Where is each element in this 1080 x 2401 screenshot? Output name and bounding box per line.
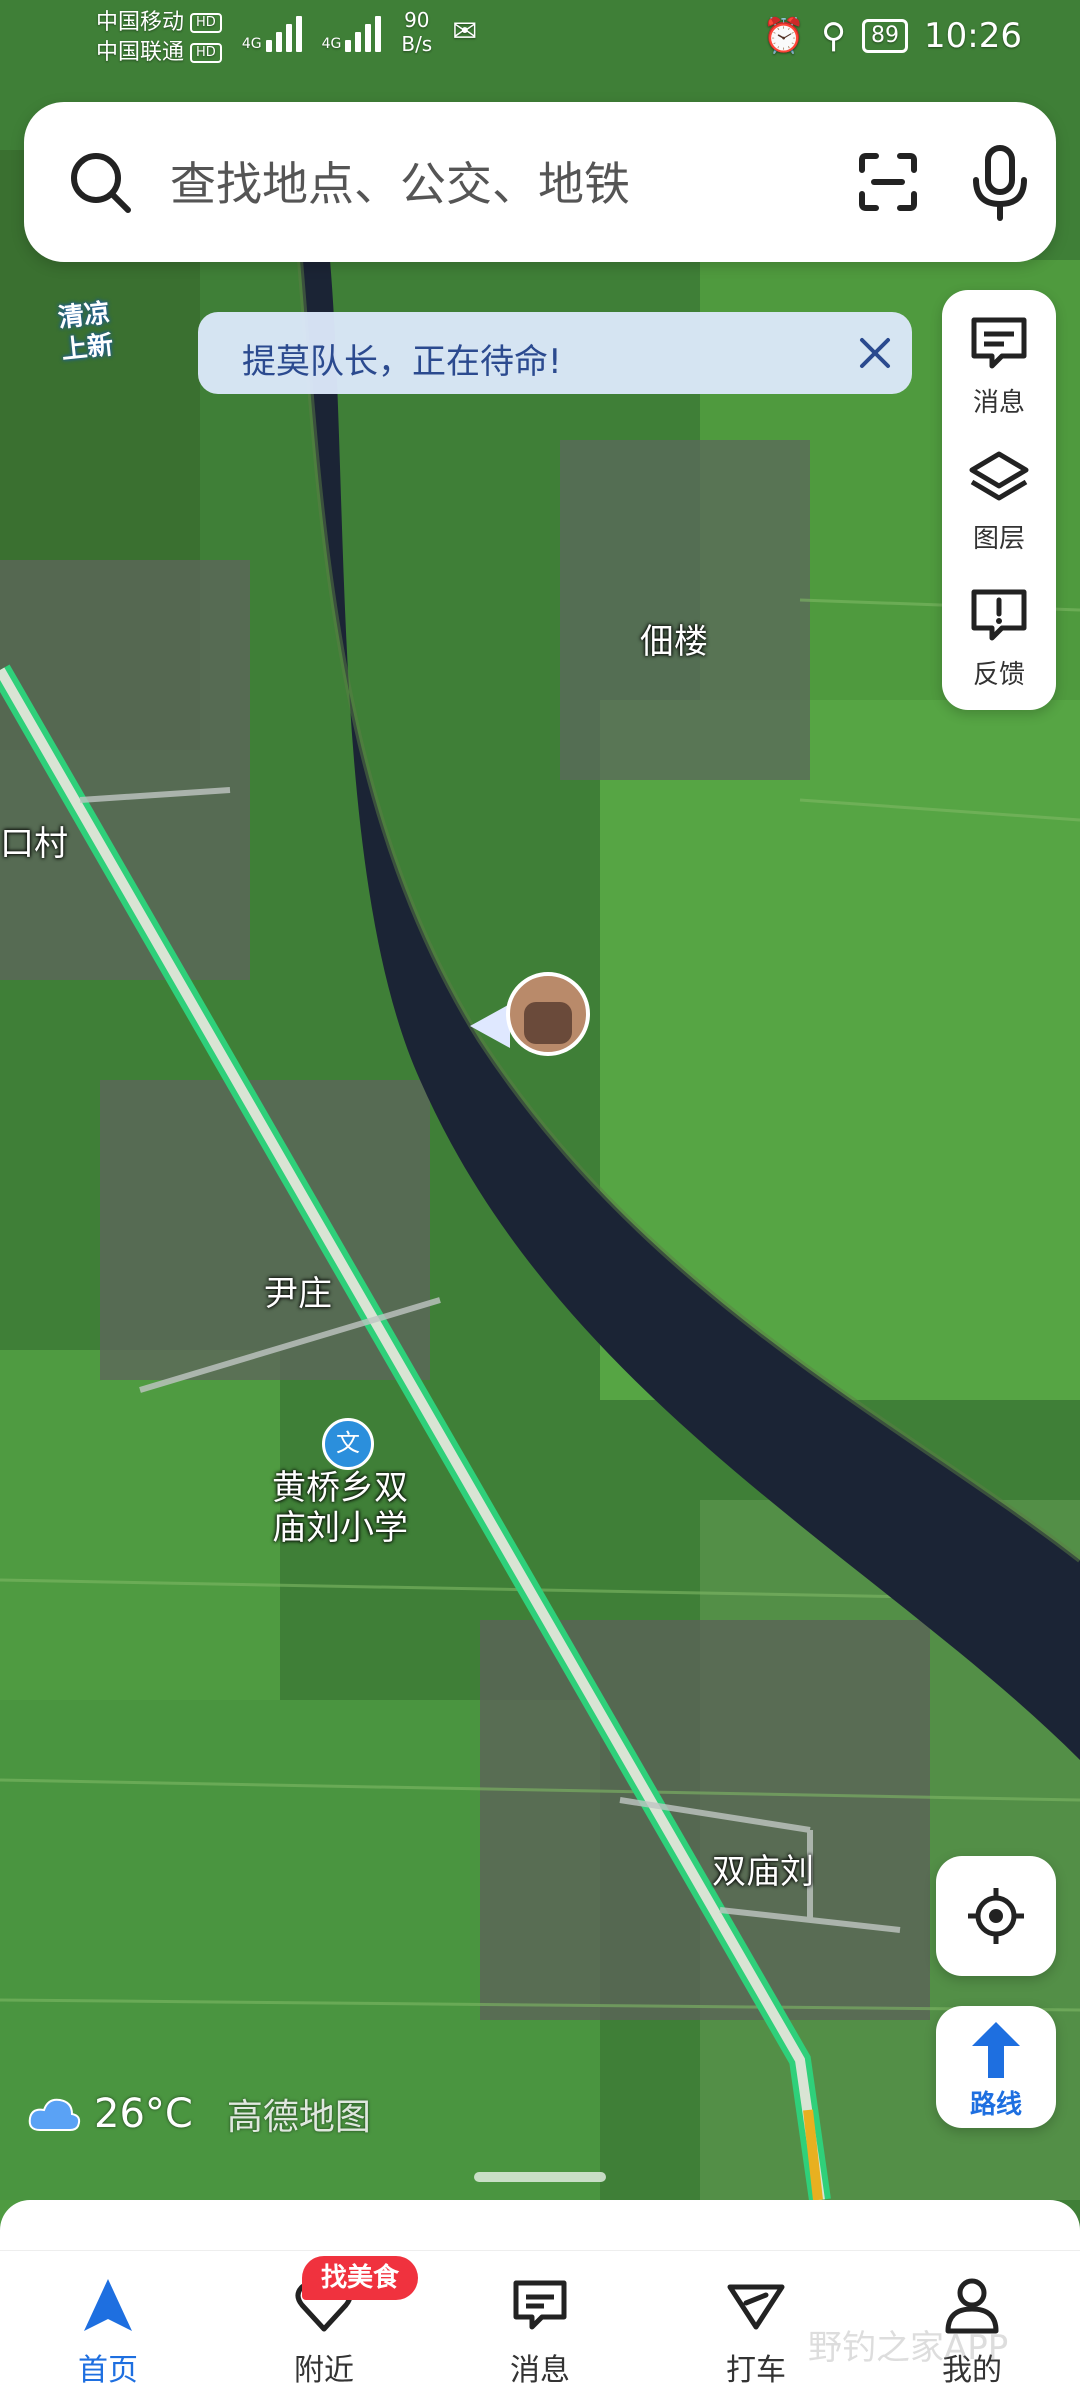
net-speed-value: 90 <box>404 8 430 32</box>
map-label-dianlou[interactable]: 佃楼 <box>640 614 708 663</box>
notice-banner[interactable]: 提莫队长，正在待命! <box>198 312 912 394</box>
school-name-line-2: 庙刘小学 <box>272 1508 408 1548</box>
carrier-info: 中国移动 HD 中国联通 HD <box>96 8 222 68</box>
route-label: 路线 <box>969 2090 1022 2120</box>
battery-icon: 89 <box>862 19 909 53</box>
side-layers-button[interactable]: 图层 <box>942 434 1056 564</box>
network-type: 4G <box>241 36 262 52</box>
user-location-marker[interactable] <box>470 970 590 1058</box>
hd-badge: HD <box>190 13 222 33</box>
school-marker-icon[interactable]: 文 <box>322 1418 374 1470</box>
school-name-line-1: 黄桥乡双 <box>272 1468 408 1508</box>
search-icon <box>71 153 131 213</box>
temperature: 26°C <box>94 2091 193 2137</box>
map-label-school[interactable]: 黄桥乡双 庙刘小学 <box>272 1468 408 1548</box>
notice-text: 提莫队长，正在待命! <box>242 342 562 382</box>
map-side-panel: 消息 图层 反馈 <box>942 290 1056 710</box>
cloud-icon <box>28 2098 81 2131</box>
route-button[interactable]: 路线 <box>936 2006 1056 2128</box>
close-icon[interactable] <box>850 328 900 378</box>
signal-icon <box>265 8 302 52</box>
wechat-icon: ✉ <box>452 14 478 49</box>
route-arrow-icon <box>972 2022 1020 2078</box>
status-bar: 中国移动 HD 中国联通 HD 4G 4G 90 B/s ✉ ⏰ ⚲ 89 10:2… <box>0 0 1080 86</box>
nav-nearby-label: 附近 <box>294 2353 354 2388</box>
net-speed-unit: B/s <box>401 32 433 56</box>
home-navigation-icon <box>84 2279 132 2331</box>
feedback-icon <box>971 589 1027 641</box>
search-bar[interactable] <box>24 102 1056 262</box>
promo-badge[interactable]: 清凉 上新 <box>43 296 130 374</box>
network-type: 4G <box>321 36 342 52</box>
locate-icon <box>968 1888 1024 1944</box>
heading-arrow-icon <box>470 1004 510 1048</box>
nav-home[interactable]: 首页 <box>0 2251 216 2401</box>
status-left: 中国移动 HD 中国联通 HD 4G 4G 90 B/s ✉ <box>96 8 477 68</box>
watermark: 野钓之家APP <box>808 2328 1009 2368</box>
carrier-1: 中国移动 <box>96 10 185 35</box>
status-right: ⏰ ⚲ 89 10:26 <box>763 16 1022 56</box>
weather-widget[interactable]: 26°C 高德地图 <box>26 2086 371 2142</box>
side-layers-label: 图层 <box>972 524 1025 554</box>
message-icon <box>971 317 1027 369</box>
brand-logo-text: 高德地图 <box>226 2097 371 2138</box>
taxi-icon <box>727 2284 785 2330</box>
signal-group-2: 4G <box>322 8 382 52</box>
side-feedback-label: 反馈 <box>972 660 1025 690</box>
drag-handle[interactable] <box>474 2172 606 2182</box>
side-messages-label: 消息 <box>972 388 1025 418</box>
map-label-koucun[interactable]: 口村 <box>0 816 68 865</box>
layers-icon <box>969 451 1029 501</box>
microphone-icon[interactable] <box>964 142 1036 222</box>
signal-group-1: 4G <box>242 8 302 52</box>
alarm-icon: ⏰ <box>762 16 806 56</box>
promo-line-2: 上新 <box>59 330 115 366</box>
side-feedback-button[interactable]: 反馈 <box>942 570 1056 700</box>
hd-badge: HD <box>190 43 222 63</box>
locate-button[interactable] <box>936 1856 1056 1976</box>
location-icon: ⚲ <box>821 16 847 56</box>
search-input[interactable] <box>168 148 732 220</box>
message-icon <box>513 2280 567 2330</box>
map-label-shuangmiaoliu[interactable]: 双庙刘 <box>712 1844 814 1893</box>
map-label-yinzhuang[interactable]: 尹庄 <box>264 1266 332 1315</box>
signal-icon <box>345 8 382 52</box>
avatar <box>506 972 590 1056</box>
food-badge[interactable]: 找美食 <box>302 2256 418 2300</box>
nav-messages-label: 消息 <box>510 2353 570 2388</box>
scan-icon[interactable] <box>852 146 924 218</box>
bottom-sheet[interactable] <box>0 2200 1080 2250</box>
side-messages-button[interactable]: 消息 <box>942 298 1056 428</box>
carrier-2: 中国联通 <box>96 40 185 65</box>
nav-home-label: 首页 <box>78 2353 138 2388</box>
net-speed: 90 B/s <box>401 8 432 56</box>
nav-messages[interactable]: 消息 <box>432 2251 648 2401</box>
clock: 10:26 <box>924 16 1022 56</box>
